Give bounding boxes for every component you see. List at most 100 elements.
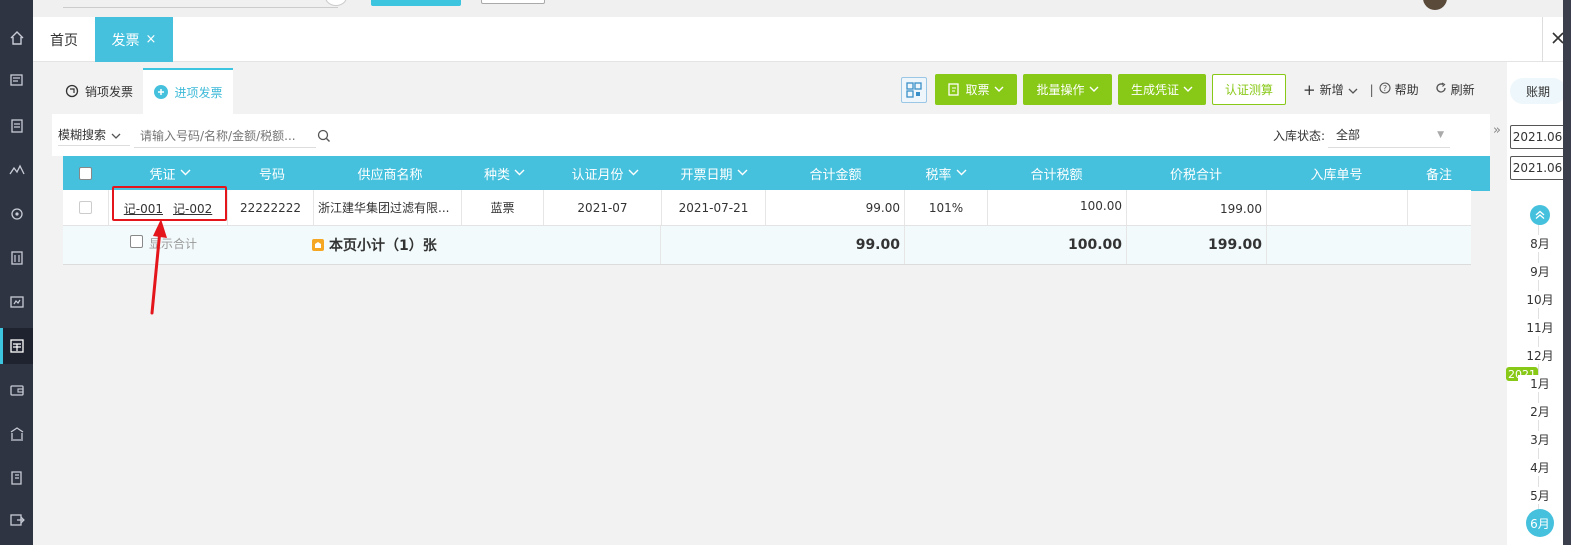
refresh-label: 刷新 [1450, 83, 1475, 97]
tab-home[interactable]: 首页 [50, 17, 78, 62]
header-issue-date-label: 开票日期 [680, 168, 733, 183]
warehouse-status-select[interactable]: 全部 ▼ [1328, 122, 1450, 148]
row-cert-month: 2021-07 [577, 200, 628, 215]
month-item[interactable]: 5月 [1518, 487, 1562, 504]
voucher-icon[interactable] [0, 62, 33, 98]
month-item[interactable]: 12月 [1518, 347, 1562, 364]
header-primary-button[interactable] [371, 0, 461, 6]
search-row: 模糊搜索 入库状态: 全部 ▼ [52, 114, 1490, 156]
header-remark-label: 备注 [1425, 168, 1452, 183]
month-item[interactable]: 8月 [1518, 235, 1562, 252]
row-remark-cell [1408, 190, 1471, 225]
tab-invoice-label: 发票 [111, 32, 140, 49]
chevron-up-icon [1535, 210, 1545, 219]
period-end-field[interactable]: 2021.06 [1510, 156, 1565, 180]
generate-voucher-button[interactable]: 生成凭证 [1118, 74, 1206, 105]
purchase-invoice-icon [153, 84, 169, 100]
voucher-toolbar: 生成凭证 [1118, 74, 1206, 105]
chevron-down-icon [994, 84, 1004, 95]
month-item[interactable]: 3月 [1518, 431, 1562, 448]
header-total: 价税合计 [1126, 156, 1266, 191]
header-issue-date[interactable]: 开票日期 [663, 156, 765, 191]
header-search-field[interactable] [63, 0, 338, 8]
row-tax-cell: 100.00 [988, 190, 1127, 225]
row-type-cell: 蓝票 [462, 190, 544, 225]
select-all-checkbox[interactable] [78, 167, 92, 180]
home-icon[interactable] [0, 20, 33, 56]
header-type[interactable]: 种类 [463, 156, 546, 191]
close-tab-icon[interactable]: × [146, 32, 157, 47]
month-item[interactable]: 1月 [1518, 375, 1562, 392]
search-input[interactable] [134, 124, 316, 148]
header-number-label: 号码 [258, 168, 285, 183]
search-icon[interactable] [317, 129, 331, 146]
subtab-sales-invoice[interactable]: 销项发票 [64, 68, 133, 114]
top-header-strip [33, 0, 1571, 17]
header-total-label: 价税合计 [1169, 168, 1222, 183]
chevron-down-icon [180, 168, 191, 179]
batch-toolbar: 批量操作 [1023, 74, 1112, 105]
search-mode-select[interactable]: 模糊搜索 [58, 124, 130, 146]
plus-icon: + [1303, 80, 1316, 99]
period-end-value: 2021.06 [1512, 161, 1563, 175]
subtotal-total-cell: 199.00 [1127, 226, 1267, 264]
month-item[interactable]: 2月 [1518, 403, 1562, 420]
subtotal-empty-cell [1267, 226, 1471, 264]
row-checkbox[interactable] [79, 201, 92, 214]
subtab-purchase-invoice[interactable]: 进项发票 [143, 68, 233, 114]
collapse-panel-icon[interactable]: » [1490, 120, 1504, 140]
period-title-button[interactable]: 账期 [1510, 78, 1566, 104]
subtotal-icon [312, 239, 324, 251]
chart-icon[interactable] [0, 152, 33, 188]
month-current[interactable]: 6月 [1526, 509, 1554, 537]
chevron-down-icon [956, 168, 967, 179]
fetch-invoice-button[interactable]: 取票 [935, 74, 1017, 105]
warehouse-status-value: 全部 [1336, 128, 1361, 142]
chevron-down-icon [111, 128, 121, 142]
header-tax-label: 合计税额 [1030, 168, 1083, 183]
chevron-down-icon [514, 168, 525, 179]
help-button[interactable]: ? 帮助 [1379, 81, 1419, 98]
scroll-up-button[interactable] [1530, 205, 1550, 225]
refresh-button[interactable]: 刷新 [1435, 81, 1475, 98]
subtotal-row: 显示合计 本页小计（1）张 99.00 100.00 199.00 [63, 226, 1471, 265]
search-mode-label: 模糊搜索 [58, 128, 107, 142]
header-tax-rate[interactable]: 税率 [905, 156, 987, 191]
export-icon[interactable] [0, 502, 33, 538]
qr-scan-button[interactable] [901, 76, 927, 103]
add-button[interactable]: + 新增 [1303, 81, 1358, 99]
batch-operation-button[interactable]: 批量操作 [1023, 74, 1112, 105]
subtotal-amount-cell: 99.00 [661, 226, 905, 264]
page-tabs: 首页 发票 × [33, 17, 1571, 62]
invoice-icon[interactable] [0, 328, 33, 364]
batch-label: 批量操作 [1036, 83, 1085, 97]
header-secondary-button[interactable] [481, 0, 545, 4]
avatar[interactable] [1423, 0, 1447, 10]
ledger-icon[interactable] [0, 460, 33, 496]
link-toolbar: + 新增 | ? 帮助 刷新 [1303, 74, 1475, 105]
certify-calc-button[interactable]: 认证测算 [1212, 74, 1286, 105]
wallet-icon[interactable] [0, 372, 33, 408]
fetch-label: 取票 [965, 83, 990, 97]
header-warehouse-no-label: 入库单号 [1310, 168, 1363, 183]
tab-invoice[interactable]: 发票 × [95, 17, 173, 62]
bank-icon[interactable] [0, 416, 33, 452]
period-start-field[interactable]: 2021.06 [1510, 125, 1565, 149]
month-item[interactable]: 4月 [1518, 459, 1562, 476]
row-total: 199.00 [1220, 201, 1262, 216]
header-number: 号码 [228, 156, 316, 191]
table-row[interactable]: 记-001 记-002 22222222 浙江建华集团过滤有限... 蓝票 20… [63, 190, 1471, 226]
month-item[interactable]: 11月 [1518, 319, 1562, 336]
building-icon[interactable] [0, 240, 33, 276]
row-tax-rate-cell: 101% [905, 190, 988, 225]
settings-icon[interactable] [0, 196, 33, 232]
report-icon[interactable] [0, 284, 33, 320]
month-item[interactable]: 10月 [1518, 291, 1562, 308]
row-tax-rate: 101% [928, 200, 964, 215]
document-icon[interactable] [0, 108, 33, 144]
header-remark: 备注 [1407, 156, 1471, 191]
show-total-checkbox[interactable] [130, 235, 143, 248]
month-item[interactable]: 9月 [1518, 263, 1562, 280]
row-warehouse-no-cell [1267, 190, 1408, 225]
header-cert-month[interactable]: 认证月份 [546, 156, 664, 191]
